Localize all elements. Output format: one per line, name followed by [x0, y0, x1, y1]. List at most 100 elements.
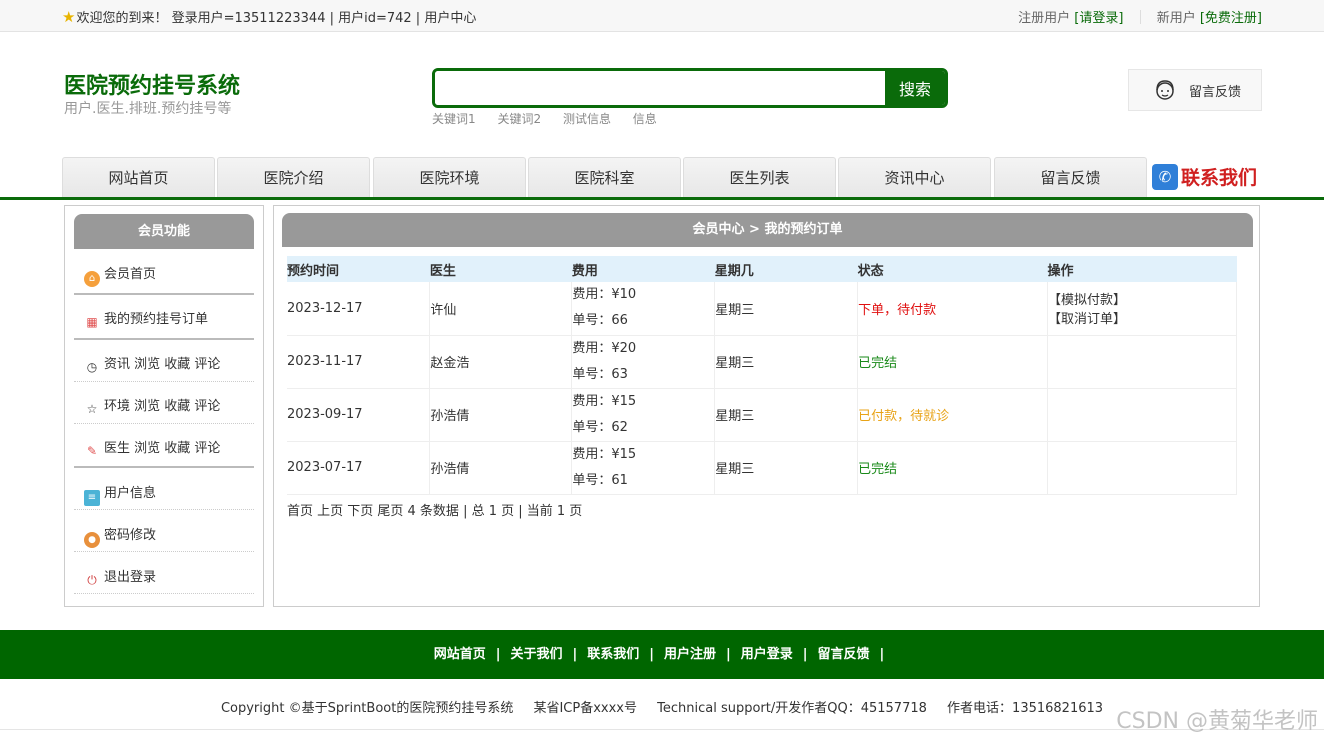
search-box: 搜索 [432, 68, 948, 108]
footer-nav: 网站首页 | 关于我们 | 联系我们 | 用户注册 | 用户登录 | 留言反馈 | [0, 630, 1324, 679]
sidebar-item-label: 资讯 浏览 收藏 评论 [104, 357, 221, 372]
divider: | [726, 647, 731, 662]
footer-link-feedback[interactable]: 留言反馈 [818, 647, 870, 662]
order-doctor: 孙浩倩 [429, 388, 573, 442]
sidebar-item-environment[interactable]: ☆ 环境 浏览 收藏 评论 [74, 395, 254, 417]
phone-icon: ✆ [1152, 163, 1178, 190]
order-date: 2023-11-17 [287, 335, 431, 389]
table-row: 2023-12-17 许仙 费用：¥10 单号：66 星期三 下单，待付款 【模… [287, 282, 1237, 336]
order-weekday: 星期三 [714, 282, 859, 336]
sidebar-item-doctors[interactable]: ✎ 医生 浏览 收藏 评论 [74, 437, 254, 459]
order-date: 2023-12-17 [287, 282, 431, 336]
order-number: 单号：63 [572, 366, 628, 382]
keyword-link[interactable]: 关键词2 [497, 112, 541, 126]
breadcrumb: 会员中心 > 我的预约订单 [282, 213, 1253, 247]
nav-item-departments[interactable]: 医院科室 [528, 157, 681, 197]
footer-link-home[interactable]: 网站首页 [434, 647, 486, 662]
order-actions [1047, 441, 1237, 495]
star-icon: ★ [62, 8, 76, 26]
sidebar-item-news[interactable]: ◷ 资讯 浏览 收藏 评论 [74, 353, 254, 375]
footer-link-contact[interactable]: 联系我们 [587, 647, 639, 662]
keyword-link[interactable]: 信息 [633, 112, 657, 126]
order-actions: 【模拟付款】【取消订单】 [1047, 282, 1237, 336]
keyword-link[interactable]: 测试信息 [563, 112, 611, 126]
divider [74, 293, 254, 295]
edit-icon: ✎ [86, 444, 98, 458]
divider: | [879, 647, 885, 662]
member-sidebar: 会员功能 ⌂ 会员首页 ▦ 我的预约挂号订单 ◷ 资讯 浏览 收藏 评论 ☆ 环境 浏览… [64, 205, 264, 607]
sidebar-item-label: 退出登录 [104, 570, 157, 585]
power-icon: ⏻ [87, 573, 97, 587]
register-prefix: 注册用户 [1018, 11, 1071, 26]
welcome-text: 欢迎您的到来！ 登录用户=13511223344 | 用户id=742 | 用户… [76, 11, 477, 26]
divider [74, 338, 254, 340]
sidebar-item-change-password[interactable]: ● 密码修改 [74, 524, 254, 548]
order-number: 单号：62 [572, 419, 628, 435]
order-status: 已完结 [857, 335, 1049, 389]
table-row: 2023-09-17 孙浩倩 费用：¥15 单号：62 星期三 已付款，待就诊 [287, 388, 1237, 442]
sidebar-item-user-info[interactable]: ≡ 用户信息 [74, 482, 254, 506]
clock-icon: ◷ [86, 360, 98, 374]
nav-item-environment[interactable]: 医院环境 [373, 157, 526, 197]
register-link[interactable]: [免费注册] [1200, 11, 1262, 26]
sidebar-item-logout[interactable]: ⏻ 退出登录 [74, 566, 254, 588]
footer-link-register[interactable]: 用户注册 [664, 647, 716, 662]
divider [74, 381, 254, 382]
icp-text: 某省ICP备xxxx号 [533, 701, 637, 716]
feedback-button[interactable]: 留言反馈 [1128, 69, 1262, 111]
phone-text: 作者电话：13516821613 [947, 701, 1104, 716]
sidebar-item-label: 会员首页 [104, 267, 157, 282]
support-text: Technical support/开发作者QQ：45157718 [657, 701, 927, 716]
simulate-pay-button[interactable]: 【模拟付款】 [1048, 293, 1126, 308]
cancel-order-button[interactable]: 【取消订单】 [1048, 312, 1126, 327]
nav-item-about[interactable]: 医院介绍 [217, 157, 370, 197]
login-link[interactable]: [请登录] [1074, 11, 1123, 26]
site-title[interactable]: 医院预约挂号系统 [64, 68, 240, 100]
contact-us-link[interactable]: ✆ 联系我们 [1152, 163, 1257, 190]
watermark: CSDN @黄菊华老师 [1116, 709, 1318, 734]
home-icon: ⌂ [84, 271, 100, 287]
sidebar-item-label: 密码修改 [104, 528, 157, 543]
star-outline-icon: ☆ [86, 402, 98, 416]
table-row: 2023-11-17 赵金浩 费用：¥20 单号：63 星期三 已完结 [287, 335, 1237, 389]
lock-icon: ● [84, 532, 100, 548]
order-weekday: 星期三 [714, 388, 859, 442]
contact-us-label: 联系我们 [1181, 167, 1258, 189]
column-header: 费用 [571, 256, 715, 282]
column-header: 医生 [429, 256, 572, 282]
column-header: 预约时间 [287, 256, 430, 282]
order-status: 已付款，待就诊 [857, 388, 1049, 442]
order-fee-cell: 费用：¥10 单号：66 [571, 282, 716, 336]
footer-link-about[interactable]: 关于我们 [510, 647, 562, 662]
divider [74, 466, 254, 468]
orders-table: 预约时间 医生 费用 星期几 状态 操作 2023-12-17 许仙 费用：¥1… [287, 256, 1237, 495]
order-doctor: 赵金浩 [429, 335, 573, 389]
nav-item-doctors[interactable]: 医生列表 [683, 157, 836, 197]
order-fee-cell: 费用：¥15 单号：61 [571, 441, 716, 495]
sidebar-item-member-home[interactable]: ⌂ 会员首页 [74, 263, 254, 287]
nav-item-home[interactable]: 网站首页 [62, 157, 215, 197]
footer-link-login[interactable]: 用户登录 [741, 647, 793, 662]
column-header: 星期几 [714, 256, 858, 282]
order-number: 单号：66 [572, 313, 628, 329]
pagination[interactable]: 首页 上页 下页 尾页 4 条数据 | 总 1 页 | 当前 1 页 [287, 500, 582, 519]
sidebar-item-label: 环境 浏览 收藏 评论 [104, 399, 221, 414]
copyright-text: Copyright ©基于SprintBoot的医院预约挂号系统 [220, 701, 514, 716]
sidebar-item-my-orders[interactable]: ▦ 我的预约挂号订单 [74, 308, 254, 330]
order-weekday: 星期三 [714, 335, 859, 389]
column-header: 操作 [1047, 256, 1237, 282]
search-input[interactable] [435, 71, 887, 105]
order-date: 2023-09-17 [287, 388, 431, 442]
orders-panel: 会员中心 > 我的预约订单 预约时间 医生 费用 星期几 状态 操作 2023-… [273, 205, 1260, 607]
keyword-link[interactable]: 关键词1 [432, 112, 476, 126]
divider [1139, 10, 1141, 24]
top-bar: ★欢迎您的到来！ 登录用户=13511223344 | 用户id=742 | 用… [0, 0, 1324, 32]
divider: | [495, 647, 501, 662]
keyword-list: 关键词1 关键词2 测试信息 信息 [432, 110, 675, 127]
order-status: 已完结 [857, 441, 1049, 495]
nav-item-news[interactable]: 资讯中心 [838, 157, 991, 197]
search-button[interactable]: 搜索 [885, 71, 945, 105]
divider: | [802, 647, 808, 662]
nav-item-feedback[interactable]: 留言反馈 [994, 157, 1147, 197]
order-number: 单号：61 [572, 472, 628, 488]
